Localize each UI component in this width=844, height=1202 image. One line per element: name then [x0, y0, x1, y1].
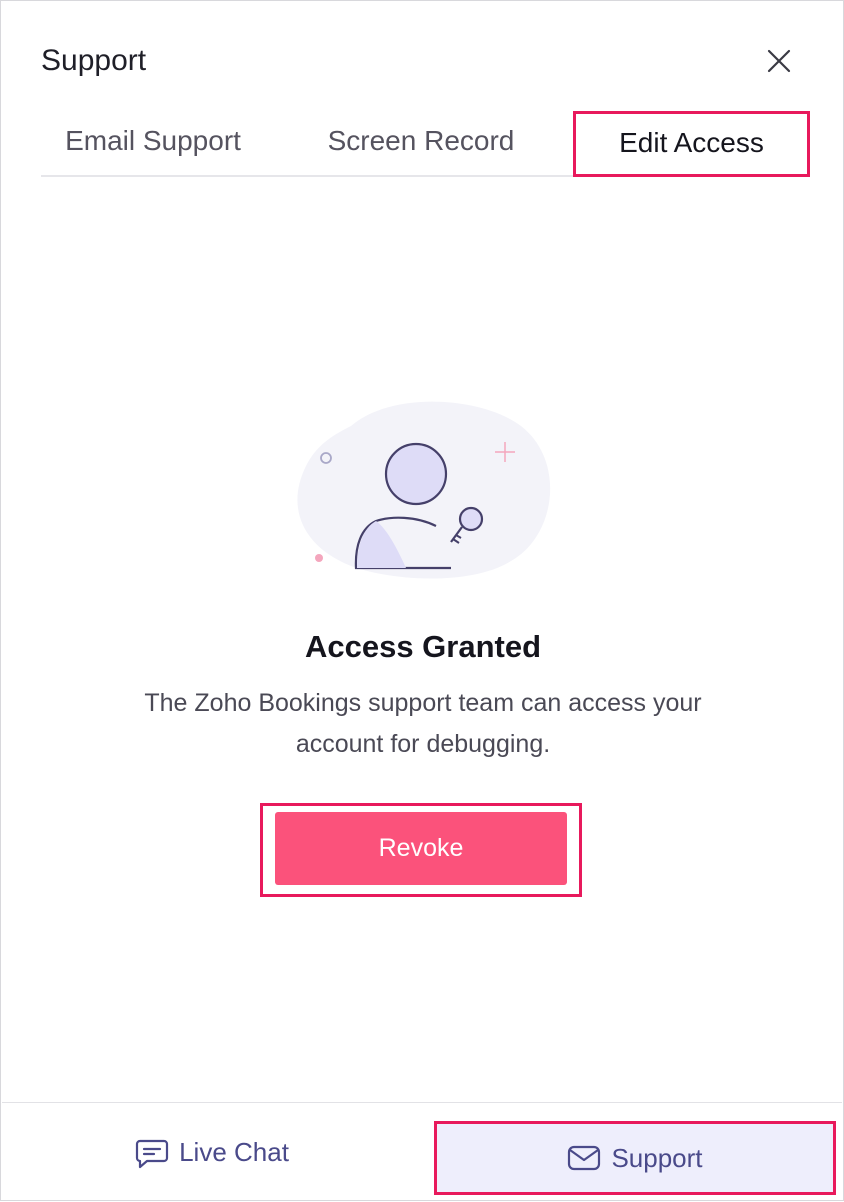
user-key-icon — [281, 396, 561, 586]
status-title: Access Granted — [304, 629, 542, 664]
panel-header: Support — [41, 41, 803, 85]
tab-screen-record[interactable]: Screen Record — [321, 109, 521, 173]
revoke-button[interactable]: Revoke — [275, 812, 567, 885]
close-icon — [767, 49, 791, 73]
tab-email-support[interactable]: Email Support — [58, 109, 248, 173]
tab-edit-access[interactable]: Edit Access — [573, 111, 810, 177]
tab-bar: Email Support Screen Record Edit Access — [41, 109, 810, 177]
status-description: The Zoho Bookings support team can acces… — [144, 689, 702, 758]
close-button[interactable] — [763, 45, 795, 77]
live-chat-label: Live Chat — [179, 1137, 289, 1167]
live-chat-button[interactable]: Live Chat — [2, 1103, 422, 1202]
panel-title: Support — [41, 44, 147, 77]
support-panel: Support Email Support Screen Record Edit… — [0, 0, 844, 1201]
support-label: Support — [611, 1142, 703, 1173]
support-button[interactable]: Support — [434, 1121, 836, 1195]
chat-icon — [135, 1137, 169, 1169]
footer-bar: Live Chat Support — [2, 1102, 842, 1201]
mail-icon — [567, 1142, 601, 1174]
